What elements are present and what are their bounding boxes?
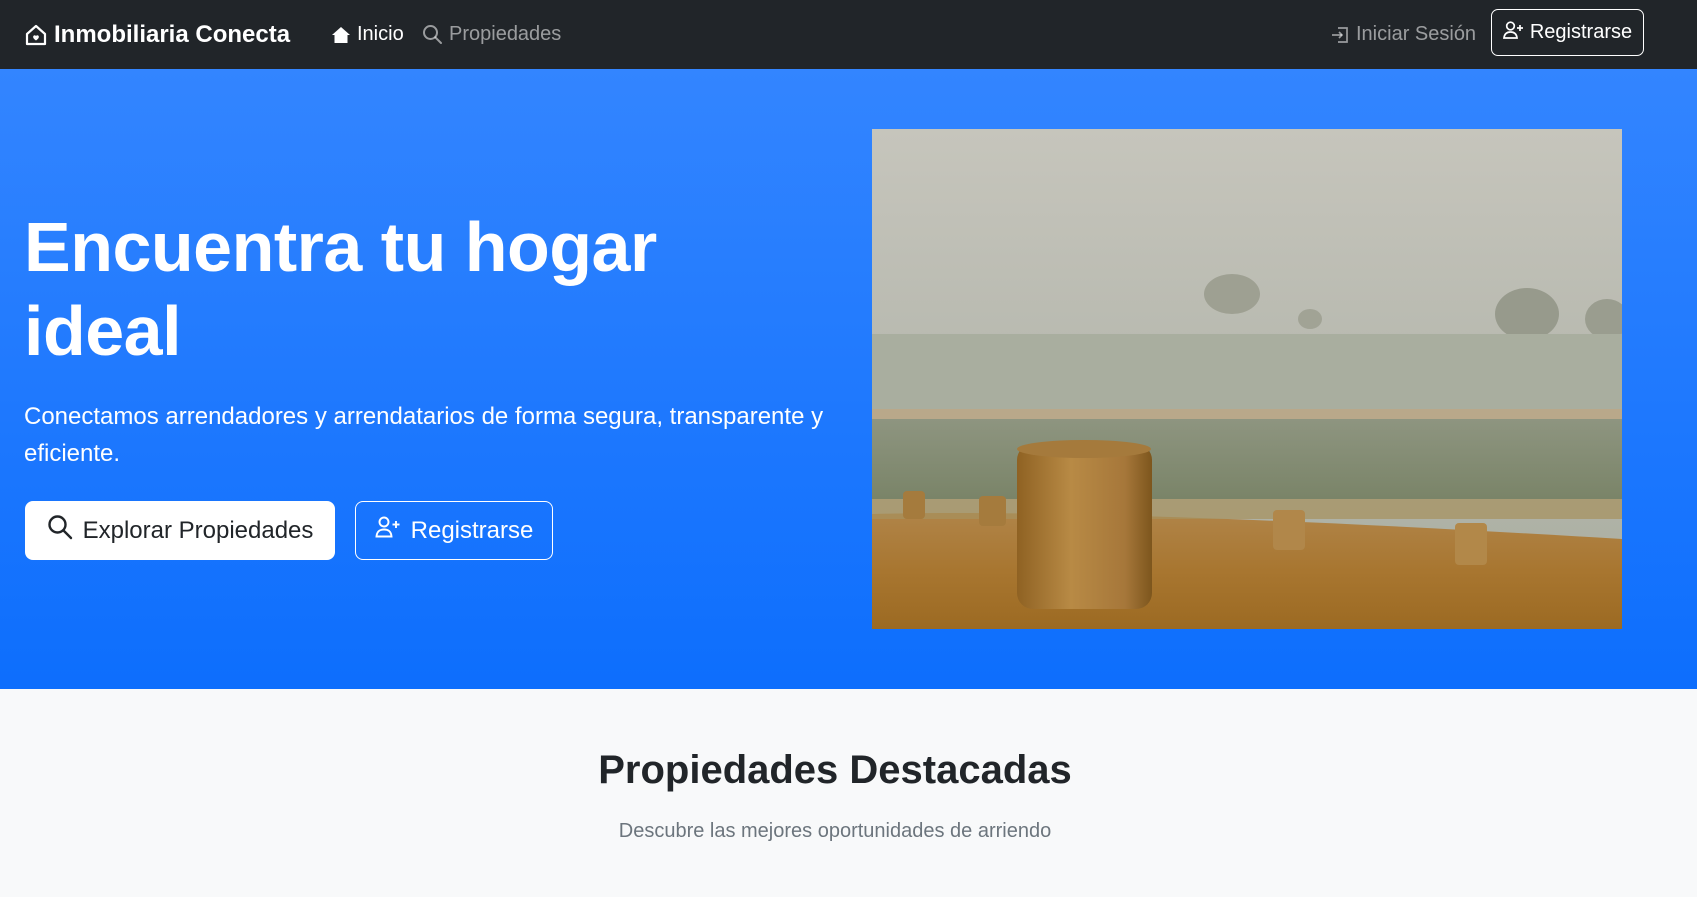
search-icon — [47, 514, 73, 547]
register-label: Registrarse — [410, 516, 534, 544]
featured-title: Propiedades Destacadas — [598, 748, 1072, 792]
navbar: Inmobiliaria Conecta Inicio Propiedades … — [0, 0, 1697, 69]
nav-link-inicio[interactable]: Inicio — [331, 0, 404, 69]
nav-link-label: Propiedades — [449, 23, 562, 45]
hero-image — [872, 129, 1622, 629]
login-label: Iniciar Sesión — [1356, 23, 1477, 45]
house-heart-icon — [24, 23, 48, 47]
explore-properties-button[interactable]: Explorar Propiedades — [25, 501, 335, 560]
search-icon — [422, 24, 443, 45]
featured-subtitle: Descubre las mejores oportunidades de ar… — [618, 820, 1052, 842]
hero-title: Encuentra tu hogar ideal — [24, 208, 657, 370]
login-link[interactable]: Iniciar Sesión — [1330, 0, 1476, 69]
brand-name: Inmobiliaria Conecta — [54, 20, 291, 48]
person-plus-icon — [1502, 20, 1524, 46]
register-button-hero[interactable]: Registrarse — [355, 501, 553, 560]
register-button-nav[interactable]: Registrarse — [1491, 9, 1644, 56]
explore-label: Explorar Propiedades — [82, 516, 314, 544]
person-plus-icon — [375, 515, 401, 546]
hero-section: Encuentra tu hogar ideal Conectamos arre… — [0, 69, 1697, 689]
nav-link-propiedades[interactable]: Propiedades — [422, 0, 561, 69]
hero-subtitle: Conectamos arrendadores y arrendatarios … — [24, 403, 824, 467]
register-label: Registrarse — [1529, 21, 1633, 43]
box-arrow-in-right-icon — [1330, 25, 1350, 45]
brand-link[interactable]: Inmobiliaria Conecta — [24, 0, 290, 69]
house-icon — [331, 25, 351, 45]
nav-link-label: Inicio — [357, 23, 404, 45]
